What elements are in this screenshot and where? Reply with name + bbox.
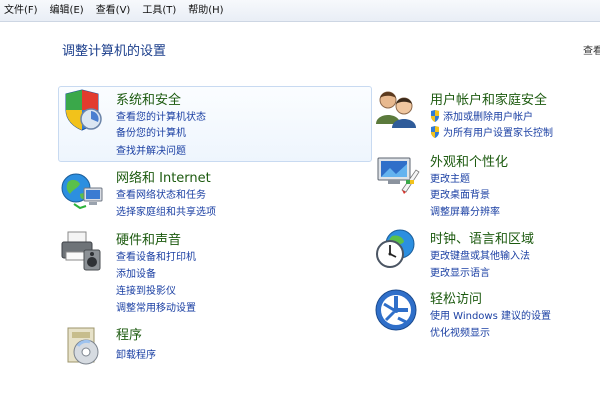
link-add-remove-users[interactable]: 添加或删除用户帐户 (430, 108, 533, 123)
menu-edit[interactable]: 编辑(E) (44, 0, 90, 22)
menu-bar: 文件(F) 编辑(E) 查看(V) 工具(T) 帮助(H) (0, 0, 600, 22)
link-network-status[interactable]: 查看网络状态和任务 (116, 186, 206, 201)
printer-speaker-icon (61, 231, 101, 271)
link-add-device[interactable]: 添加设备 (116, 265, 156, 280)
link-adjust-resolution[interactable]: 调整屏幕分辨率 (430, 203, 500, 218)
link-parental-controls-label: 为所有用户设置家长控制 (443, 128, 553, 139)
ease-of-access-icon (375, 289, 417, 331)
link-devices-printers[interactable]: 查看设备和打印机 (116, 248, 196, 263)
menu-help[interactable]: 帮助(H) (182, 0, 229, 22)
link-parental-controls[interactable]: 为所有用户设置家长控制 (430, 124, 553, 139)
link-connect-projector[interactable]: 连接到投影仪 (116, 282, 176, 297)
category-user-accounts-title[interactable]: 用户帐户和家庭安全 (430, 89, 547, 108)
menu-file[interactable]: 文件(F) (0, 0, 44, 22)
category-programs-title[interactable]: 程序 (116, 324, 142, 343)
uac-shield-icon (431, 125, 439, 138)
category-appearance-title[interactable]: 外观和个性化 (430, 151, 508, 170)
category-hardware-sound-title[interactable]: 硬件和声音 (116, 229, 181, 248)
page-title: 调整计算机的设置 (62, 44, 167, 59)
shield-icon (65, 89, 102, 131)
users-icon (376, 91, 416, 128)
link-change-theme[interactable]: 更改主题 (430, 170, 470, 185)
link-troubleshoot[interactable]: 查找并解决问题 (116, 142, 186, 157)
link-recommended-settings[interactable]: 使用 Windows 建议的设置 (430, 307, 551, 322)
link-homegroup-sharing[interactable]: 选择家庭组和共享选项 (116, 203, 216, 218)
category-ease-of-access-title[interactable]: 轻松访问 (430, 288, 482, 307)
link-change-display-language[interactable]: 更改显示语言 (430, 264, 490, 279)
link-mobility-settings[interactable]: 调整常用移动设置 (116, 299, 196, 314)
link-view-computer-status[interactable]: 查看您的计算机状态 (116, 108, 206, 123)
uac-shield-icon (431, 109, 439, 122)
programs-icon (67, 327, 99, 365)
clock-globe-icon (376, 229, 415, 268)
link-backup-computer[interactable]: 备份您的计算机 (116, 124, 186, 139)
category-network-title[interactable]: 网络和 Internet (116, 167, 211, 186)
monitor-paint-icon (377, 157, 420, 194)
link-change-desktop-background[interactable]: 更改桌面背景 (430, 186, 490, 201)
menu-view[interactable]: 查看(V) (90, 0, 137, 22)
category-system-security-title[interactable]: 系统和安全 (116, 89, 181, 108)
view-by-label[interactable]: 查看 (583, 42, 600, 57)
link-optimize-visual-display[interactable]: 优化视频显示 (430, 324, 490, 339)
category-system-security[interactable] (58, 86, 372, 162)
link-change-input-method[interactable]: 更改键盘或其他输入法 (430, 247, 530, 262)
category-clock-language-title[interactable]: 时钟、语言和区域 (430, 228, 534, 247)
network-globe-icon (61, 173, 103, 210)
link-uninstall-program[interactable]: 卸载程序 (116, 346, 156, 361)
menu-tools[interactable]: 工具(T) (136, 0, 182, 22)
link-add-remove-users-label: 添加或删除用户帐户 (443, 112, 533, 123)
